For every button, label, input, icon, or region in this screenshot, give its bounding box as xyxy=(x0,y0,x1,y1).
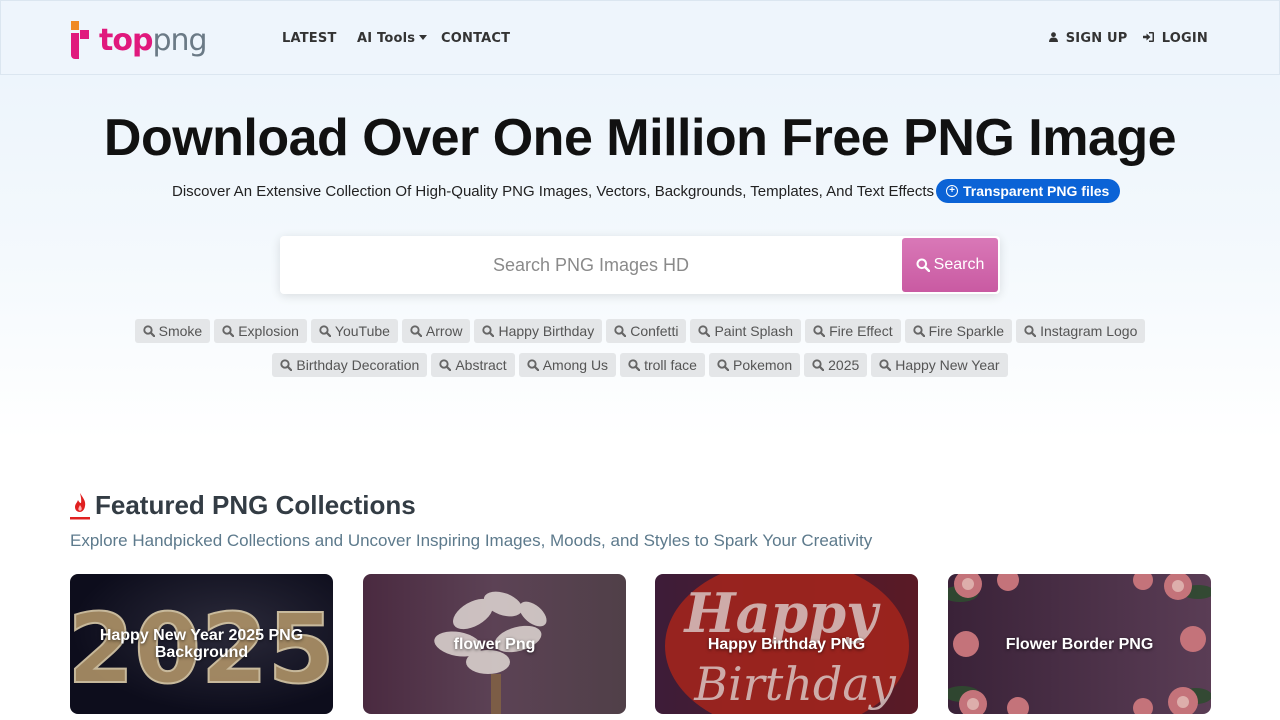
popular-tags-row-2: Birthday Decoration Abstract Among Us troll… xyxy=(0,353,1280,377)
search-tag[interactable]: Confetti xyxy=(606,319,687,343)
login-label: LOGIN xyxy=(1161,31,1208,46)
search-tag[interactable]: Happy New Year xyxy=(871,353,1008,377)
search-tag[interactable]: Explosion xyxy=(214,319,307,343)
search-tag[interactable]: Instagram Logo xyxy=(1016,319,1146,343)
search-tag-label: Fire Effect xyxy=(829,323,893,339)
user-icon xyxy=(1049,32,1058,42)
logo-text: toppng xyxy=(99,23,208,58)
search-tag[interactable]: Birthday Decoration xyxy=(272,353,428,377)
login-link[interactable]: LOGIN xyxy=(1143,31,1208,46)
search-icon xyxy=(527,359,539,371)
search-icon xyxy=(916,258,930,272)
search-tag-label: Abstract xyxy=(455,357,507,373)
card-label: flower Png xyxy=(453,635,536,653)
nav-contact-link[interactable]: CONTACT xyxy=(441,31,510,46)
search-tag[interactable]: YouTube xyxy=(310,319,398,343)
search-icon xyxy=(614,325,627,337)
search-tag-label: Happy New Year xyxy=(895,357,1000,373)
fire-icon xyxy=(70,492,90,519)
featured-description: Explore Handpicked Collections and Uncov… xyxy=(70,531,873,550)
search-icon xyxy=(439,359,452,371)
search-icon xyxy=(280,359,293,371)
search-tag[interactable]: Pokemon xyxy=(708,353,801,377)
search-tag-label: Fire Sparkle xyxy=(928,323,1005,339)
search-tag-label: Happy Birthday xyxy=(498,323,595,339)
search-tag-label: Instagram Logo xyxy=(1040,323,1138,339)
collection-card-new-year[interactable]: 2025 Happy New Year 2025 PNG Background xyxy=(70,574,333,714)
search-icon xyxy=(912,325,925,337)
toppng-logo[interactable]: toppng xyxy=(71,21,208,61)
search-tag[interactable]: Smoke xyxy=(134,319,211,343)
transparent-png-files-label: Transparent PNG files xyxy=(963,183,1110,199)
card-label: Happy Birthday PNG xyxy=(707,635,866,653)
nav-ai-tools-label: AI Tools xyxy=(357,31,416,46)
search-tag-label: Among Us xyxy=(542,357,609,373)
search-icon xyxy=(628,359,641,371)
logo-mark-icon xyxy=(71,21,93,61)
hero-title: Download Over One Million Free PNG Image xyxy=(103,109,1177,167)
search-icon xyxy=(142,325,155,337)
sign-up-link[interactable]: SIGN UP xyxy=(1049,31,1128,46)
search-tag-label: YouTube xyxy=(334,323,390,339)
nav-ai-tools-dropdown[interactable]: AI Tools xyxy=(357,31,428,46)
collection-card-flower-border[interactable]: Flower Border PNG xyxy=(948,574,1211,714)
search-box: Search xyxy=(280,236,1000,294)
search-tag-label: Birthday Decoration xyxy=(296,357,420,373)
card-label: Happy New Year 2025 PNG Background xyxy=(99,627,304,661)
search-icon xyxy=(1024,325,1037,337)
featured-heading: Featured PNG Collections xyxy=(70,490,416,521)
search-button-label: Search xyxy=(933,256,985,273)
sign-in-icon xyxy=(1143,32,1154,42)
card-label: Flower Border PNG xyxy=(1005,635,1154,653)
search-tag-label: Smoke xyxy=(158,323,203,339)
search-tag-label: Explosion xyxy=(238,323,299,339)
search-tag[interactable]: Paint Splash xyxy=(690,319,802,343)
nav-latest-link[interactable]: LATEST xyxy=(282,31,337,46)
top-navbar: toppng LATEST AI Tools CONTACT SIGN UP L… xyxy=(0,0,1280,75)
collection-card-happy-birthday[interactable]: Happy Birthday Happy Birthday PNG xyxy=(655,574,918,714)
search-tag[interactable]: troll face xyxy=(620,353,705,377)
featured-title: Featured PNG Collections xyxy=(95,490,416,520)
search-tag-label: Confetti xyxy=(630,323,679,339)
search-icon xyxy=(879,359,892,371)
sign-up-label: SIGN UP xyxy=(1065,31,1128,46)
search-tag-label: 2025 xyxy=(828,357,860,373)
transparent-png-files-button[interactable]: + Transparent PNG files xyxy=(936,179,1121,203)
search-icon xyxy=(717,359,729,371)
search-tag[interactable]: Abstract xyxy=(431,353,515,377)
search-tag-label: troll face xyxy=(644,357,697,373)
plus-circle-icon: + xyxy=(946,185,959,197)
svg-text:Birthday: Birthday xyxy=(693,657,896,711)
search-icon xyxy=(410,325,422,337)
search-tag[interactable]: Fire Sparkle xyxy=(904,319,1013,343)
popular-tags-row-1: Smoke Explosion YouTube Arrow Happy Birthday… xyxy=(0,319,1280,343)
search-input[interactable] xyxy=(280,236,902,294)
search-tag[interactable]: Fire Effect xyxy=(805,319,901,343)
search-tag-label: Paint Splash xyxy=(714,323,794,339)
search-icon xyxy=(222,325,235,337)
hero-subtitle: Discover An Extensive Collection Of High… xyxy=(172,182,935,200)
search-tag[interactable]: Arrow xyxy=(401,319,471,343)
search-tag[interactable]: 2025 xyxy=(804,353,868,377)
search-icon xyxy=(319,325,331,337)
search-tag[interactable]: Among Us xyxy=(518,353,617,377)
search-icon xyxy=(813,325,826,337)
search-icon xyxy=(482,325,495,337)
search-icon xyxy=(698,325,711,337)
hero-subtitle-row: Discover An Extensive Collection Of High… xyxy=(172,179,1121,203)
search-button[interactable]: Search xyxy=(902,238,998,292)
caret-down-icon xyxy=(419,35,428,40)
search-tag-label: Arrow xyxy=(425,323,463,339)
search-tag[interactable]: Happy Birthday xyxy=(474,319,603,343)
search-icon xyxy=(812,359,825,371)
search-tag-label: Pokemon xyxy=(732,357,793,373)
collection-card-flower[interactable]: flower Png xyxy=(363,574,626,714)
